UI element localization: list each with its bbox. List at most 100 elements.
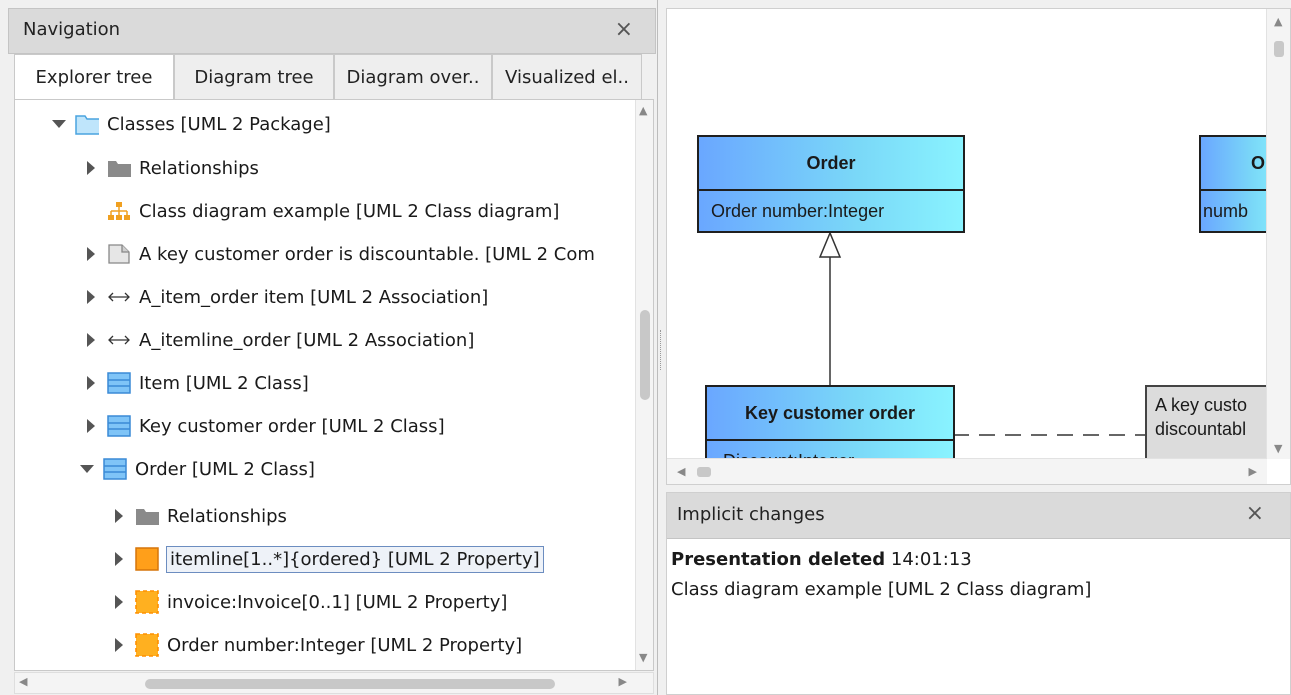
- collapsed-arrow-icon[interactable]: [83, 289, 99, 305]
- comment-note[interactable]: A key custo discountabl: [1145, 385, 1267, 459]
- scrollbar-thumb[interactable]: [697, 467, 711, 477]
- tree-item[interactable]: Key customer order [UML 2 Class]: [83, 406, 445, 446]
- class-name: Order: [806, 153, 856, 173]
- navigation-panel-title: Navigation: [23, 19, 121, 40]
- tree-item-label: A key customer order is discountable. [U…: [139, 243, 595, 265]
- navigation-panel-header: Navigation ×: [8, 8, 656, 54]
- implicit-changes-title: Implicit changes: [677, 504, 825, 525]
- class-name: O: [1251, 153, 1266, 173]
- comment-icon: [107, 243, 131, 265]
- scrollbar-thumb[interactable]: [1274, 41, 1284, 57]
- scroll-down-arrow-icon[interactable]: ▼: [639, 651, 647, 664]
- tab-diagram-overview[interactable]: Diagram over..: [334, 54, 492, 100]
- explorer-tree: Classes [UML 2 Package] Relationships Cl…: [14, 99, 654, 671]
- class-diagram-icon: [107, 200, 131, 222]
- tree-item[interactable]: itemline[1..*]{ordered} [UML 2 Property]: [111, 539, 544, 579]
- tree-item[interactable]: Class diagram example [UML 2 Class diagr…: [83, 191, 559, 231]
- tree-item[interactable]: Relationships: [111, 496, 287, 536]
- tab-visualized-elements[interactable]: Visualized el..: [492, 54, 642, 100]
- property-dashed-icon: [135, 590, 159, 614]
- tree-item[interactable]: Order number:Integer [UML 2 Property]: [111, 625, 522, 665]
- tab-diagram-tree[interactable]: Diagram tree: [174, 54, 334, 100]
- association-icon: [107, 286, 131, 308]
- diagram-vertical-scrollbar[interactable]: ▲ ▼: [1266, 9, 1290, 459]
- collapsed-arrow-icon[interactable]: [111, 637, 127, 653]
- tree-item-label: Item [UML 2 Class]: [139, 372, 309, 394]
- scroll-right-arrow-icon[interactable]: ▶: [619, 675, 627, 688]
- tree-item-label: invoice:Invoice[0..1] [UML 2 Property]: [167, 591, 508, 613]
- tree-horizontal-scrollbar[interactable]: ◀ ▶: [14, 672, 654, 694]
- collapsed-arrow-icon[interactable]: [83, 332, 99, 348]
- change-title: Presentation deleted: [671, 549, 886, 570]
- note-line: A key custo: [1155, 395, 1248, 415]
- tree-item[interactable]: A key customer order is discountable. [U…: [83, 234, 595, 274]
- expanded-arrow-icon[interactable]: [79, 461, 95, 477]
- association-icon: [107, 329, 131, 351]
- close-icon[interactable]: ×: [615, 17, 633, 43]
- note-line: discountabl: [1155, 419, 1247, 439]
- tree-item-label: Order [UML 2 Class]: [135, 458, 315, 480]
- expanded-arrow-icon[interactable]: [51, 116, 67, 132]
- tab-explorer-tree[interactable]: Explorer tree: [14, 54, 174, 100]
- collapsed-arrow-icon[interactable]: [83, 418, 99, 434]
- collapsed-arrow-icon[interactable]: [111, 508, 127, 524]
- tree-item[interactable]: Relationships: [83, 148, 259, 188]
- folder-icon: [107, 157, 131, 179]
- tree-item[interactable]: Order [UML 2 Class]: [79, 449, 315, 489]
- panel-splitter[interactable]: [658, 0, 666, 695]
- scroll-down-arrow-icon[interactable]: ▼: [1274, 442, 1282, 455]
- collapsed-arrow-icon[interactable]: [83, 375, 99, 391]
- change-entry[interactable]: Presentation deleted 14:01:13: [671, 545, 1091, 575]
- class-attribute: Order number:Integer: [699, 189, 963, 233]
- class-order[interactable]: Order Order number:Integer: [697, 135, 965, 233]
- collapsed-arrow-icon[interactable]: [83, 246, 99, 262]
- tree-item-label: A_item_order item [UML 2 Association]: [139, 286, 489, 308]
- folder-icon: [135, 505, 159, 527]
- tree-item[interactable]: A_itemline_order [UML 2 Association]: [83, 320, 474, 360]
- implicit-changes-panel: Implicit changes × Presentation deleted …: [666, 492, 1291, 695]
- class-icon: [107, 372, 131, 394]
- implicit-changes-header: Implicit changes ×: [667, 493, 1290, 539]
- scrollbar-thumb[interactable]: [145, 679, 555, 689]
- diagram-editor[interactable]: Order Order number:Integer O numb Key cu…: [666, 8, 1291, 485]
- scroll-right-arrow-icon[interactable]: ▶: [1249, 465, 1257, 478]
- property-icon: [135, 547, 159, 571]
- tree-item-label: A_itemline_order [UML 2 Association]: [139, 329, 475, 351]
- tree-item[interactable]: Classes [UML 2 Package]: [51, 104, 331, 144]
- diagram-canvas[interactable]: Order Order number:Integer O numb Key cu…: [667, 9, 1267, 459]
- scroll-left-arrow-icon[interactable]: ◀: [19, 675, 27, 688]
- scroll-up-arrow-icon[interactable]: ▲: [639, 104, 647, 117]
- tree-vertical-scrollbar[interactable]: ▲ ▼: [635, 100, 653, 670]
- class-attribute: numb: [1201, 189, 1267, 233]
- property-dashed-icon: [135, 633, 159, 657]
- diagram-horizontal-scrollbar[interactable]: ◀ ▶: [667, 458, 1267, 484]
- navigation-tabs: Explorer tree Diagram tree Diagram over.…: [14, 54, 654, 100]
- navigation-panel: Navigation × Explorer tree Diagram tree …: [0, 0, 658, 695]
- implicit-changes-list: Presentation deleted 14:01:13 Class diag…: [671, 545, 1091, 605]
- class-icon: [103, 458, 127, 480]
- class-name: Key customer order: [744, 403, 916, 423]
- tree-item-label: Class diagram example [UML 2 Class diagr…: [139, 200, 560, 222]
- class-key-customer-order[interactable]: Key customer order Discount:Integer: [705, 385, 955, 459]
- package-icon: [75, 113, 99, 135]
- tree-item[interactable]: invoice:Invoice[0..1] [UML 2 Property]: [111, 582, 507, 622]
- tree-item-label-selected: itemline[1..*]{ordered} [UML 2 Property]: [166, 545, 544, 573]
- tree-item-label: Classes [UML 2 Package]: [107, 113, 331, 135]
- tree-item-label: Relationships: [139, 157, 259, 179]
- collapsed-arrow-icon[interactable]: [83, 160, 99, 176]
- tree-item-label: Key customer order [UML 2 Class]: [139, 415, 445, 437]
- change-detail: Class diagram example [UML 2 Class diagr…: [671, 579, 1092, 600]
- scroll-left-arrow-icon[interactable]: ◀: [677, 465, 685, 478]
- class-order-partial[interactable]: O numb: [1199, 135, 1267, 233]
- class-attribute: Discount:Integer: [707, 439, 953, 459]
- scroll-up-arrow-icon[interactable]: ▲: [1274, 15, 1282, 28]
- change-time: 14:01:13: [890, 549, 972, 570]
- scrollbar-thumb[interactable]: [640, 310, 650, 400]
- tree-item[interactable]: A_item_order item [UML 2 Association]: [83, 277, 488, 317]
- collapsed-arrow-icon[interactable]: [111, 551, 127, 567]
- close-icon[interactable]: ×: [1246, 501, 1264, 526]
- tree-item-label: Relationships: [167, 505, 287, 527]
- tree-item-label: Order number:Integer [UML 2 Property]: [167, 634, 523, 656]
- tree-item[interactable]: Item [UML 2 Class]: [83, 363, 309, 403]
- collapsed-arrow-icon[interactable]: [111, 594, 127, 610]
